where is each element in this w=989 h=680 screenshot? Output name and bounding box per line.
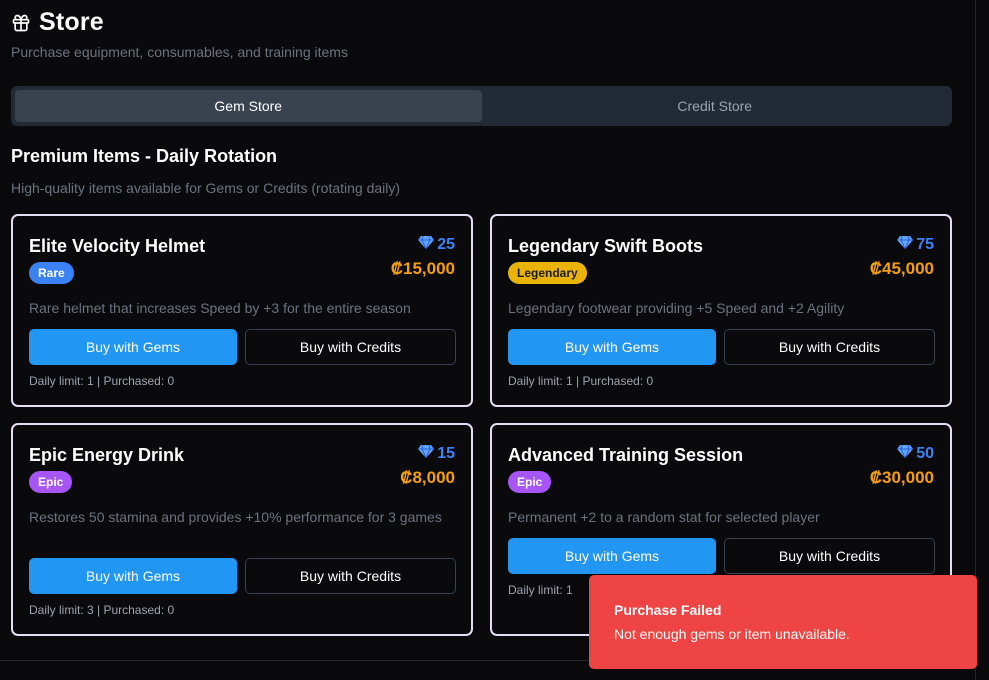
page-subtitle: Purchase equipment, consumables, and tra… (11, 44, 348, 60)
toast-title: Purchase Failed (614, 602, 722, 618)
purchase-limits: Daily limit: 1 | Purchased: 0 (29, 374, 175, 388)
item-description: Restores 50 stamina and provides +10% pe… (29, 509, 442, 525)
buy-with-credits-button[interactable]: Buy with Credits (724, 329, 935, 365)
rarity-badge: Epic (29, 471, 73, 493)
item-name: Elite Velocity Helmet (29, 236, 206, 256)
gem-price: 50 (897, 444, 934, 463)
button-row: Buy with Gems Buy with Credits (29, 329, 456, 365)
rarity-badge: Rare (29, 262, 74, 284)
section-description: High-quality items available for Gems or… (11, 180, 401, 196)
toast-message: Not enough gems or item unavailable. (614, 626, 850, 642)
gift-icon (11, 13, 31, 33)
page-header: Store Purchase equipment, consumables, a… (11, 8, 348, 60)
gem-icon (418, 235, 435, 254)
tab-credit-store[interactable]: Credit Store (482, 90, 949, 122)
gem-icon (897, 235, 914, 254)
gem-icon (418, 444, 435, 463)
gem-price-value: 25 (437, 236, 455, 253)
item-card-legendary-swift-boots: Legendary Swift Boots Legendary 75 ₡45,0… (490, 214, 952, 407)
buy-with-credits-button[interactable]: Buy with Credits (724, 538, 935, 574)
item-card-elite-velocity-helmet: Elite Velocity Helmet Rare 25 ₡15,000 Ra… (11, 214, 473, 407)
item-description: Legendary footwear providing +5 Speed an… (508, 300, 845, 316)
title-row: Store (11, 8, 348, 37)
item-name: Epic Energy Drink (29, 445, 185, 465)
gem-price-value: 50 (916, 445, 934, 462)
purchase-limits: Daily limit: 1 | Purchased: 0 (508, 374, 654, 388)
buy-with-gems-button[interactable]: Buy with Gems (508, 329, 716, 365)
button-row: Buy with Gems Buy with Credits (29, 558, 456, 594)
gem-icon (897, 444, 914, 463)
item-name: Legendary Swift Boots (508, 236, 704, 256)
error-toast[interactable]: Purchase Failed Not enough gems or item … (589, 575, 977, 669)
button-row: Buy with Gems Buy with Credits (508, 329, 935, 365)
store-tabs: Gem Store Credit Store (11, 86, 952, 126)
credit-price: ₡15,000 (390, 259, 455, 278)
button-row: Buy with Gems Buy with Credits (508, 538, 935, 574)
item-card-epic-energy-drink: Epic Energy Drink Epic 15 ₡8,000 Restore… (11, 423, 473, 636)
section-title: Premium Items - Daily Rotation (11, 146, 278, 166)
credit-price: ₡45,000 (869, 259, 934, 278)
buy-with-gems-button[interactable]: Buy with Gems (29, 329, 237, 365)
rarity-badge: Legendary (508, 262, 587, 284)
credit-price: ₡8,000 (400, 468, 455, 487)
gem-price: 75 (897, 235, 934, 254)
buy-with-credits-button[interactable]: Buy with Credits (245, 329, 456, 365)
credit-price: ₡30,000 (869, 468, 934, 487)
tab-gem-store[interactable]: Gem Store (15, 90, 482, 122)
rarity-badge: Epic (508, 471, 552, 493)
buy-with-gems-button[interactable]: Buy with Gems (508, 538, 716, 574)
item-name: Advanced Training Session (508, 445, 744, 465)
store-page: Store Purchase equipment, consumables, a… (0, 0, 989, 680)
item-description: Rare helmet that increases Speed by +3 f… (29, 300, 411, 316)
buy-with-credits-button[interactable]: Buy with Credits (245, 558, 456, 594)
purchase-limits: Daily limit: 3 | Purchased: 0 (29, 603, 175, 617)
page-title: Store (39, 8, 104, 36)
gem-price-value: 15 (437, 445, 455, 462)
gem-price-value: 75 (916, 236, 934, 253)
buy-with-gems-button[interactable]: Buy with Gems (29, 558, 237, 594)
item-description: Permanent +2 to a random stat for select… (508, 509, 820, 525)
purchase-limits: Daily limit: 1 (508, 583, 573, 597)
gem-price: 25 (418, 235, 455, 254)
gem-price: 15 (418, 444, 455, 463)
